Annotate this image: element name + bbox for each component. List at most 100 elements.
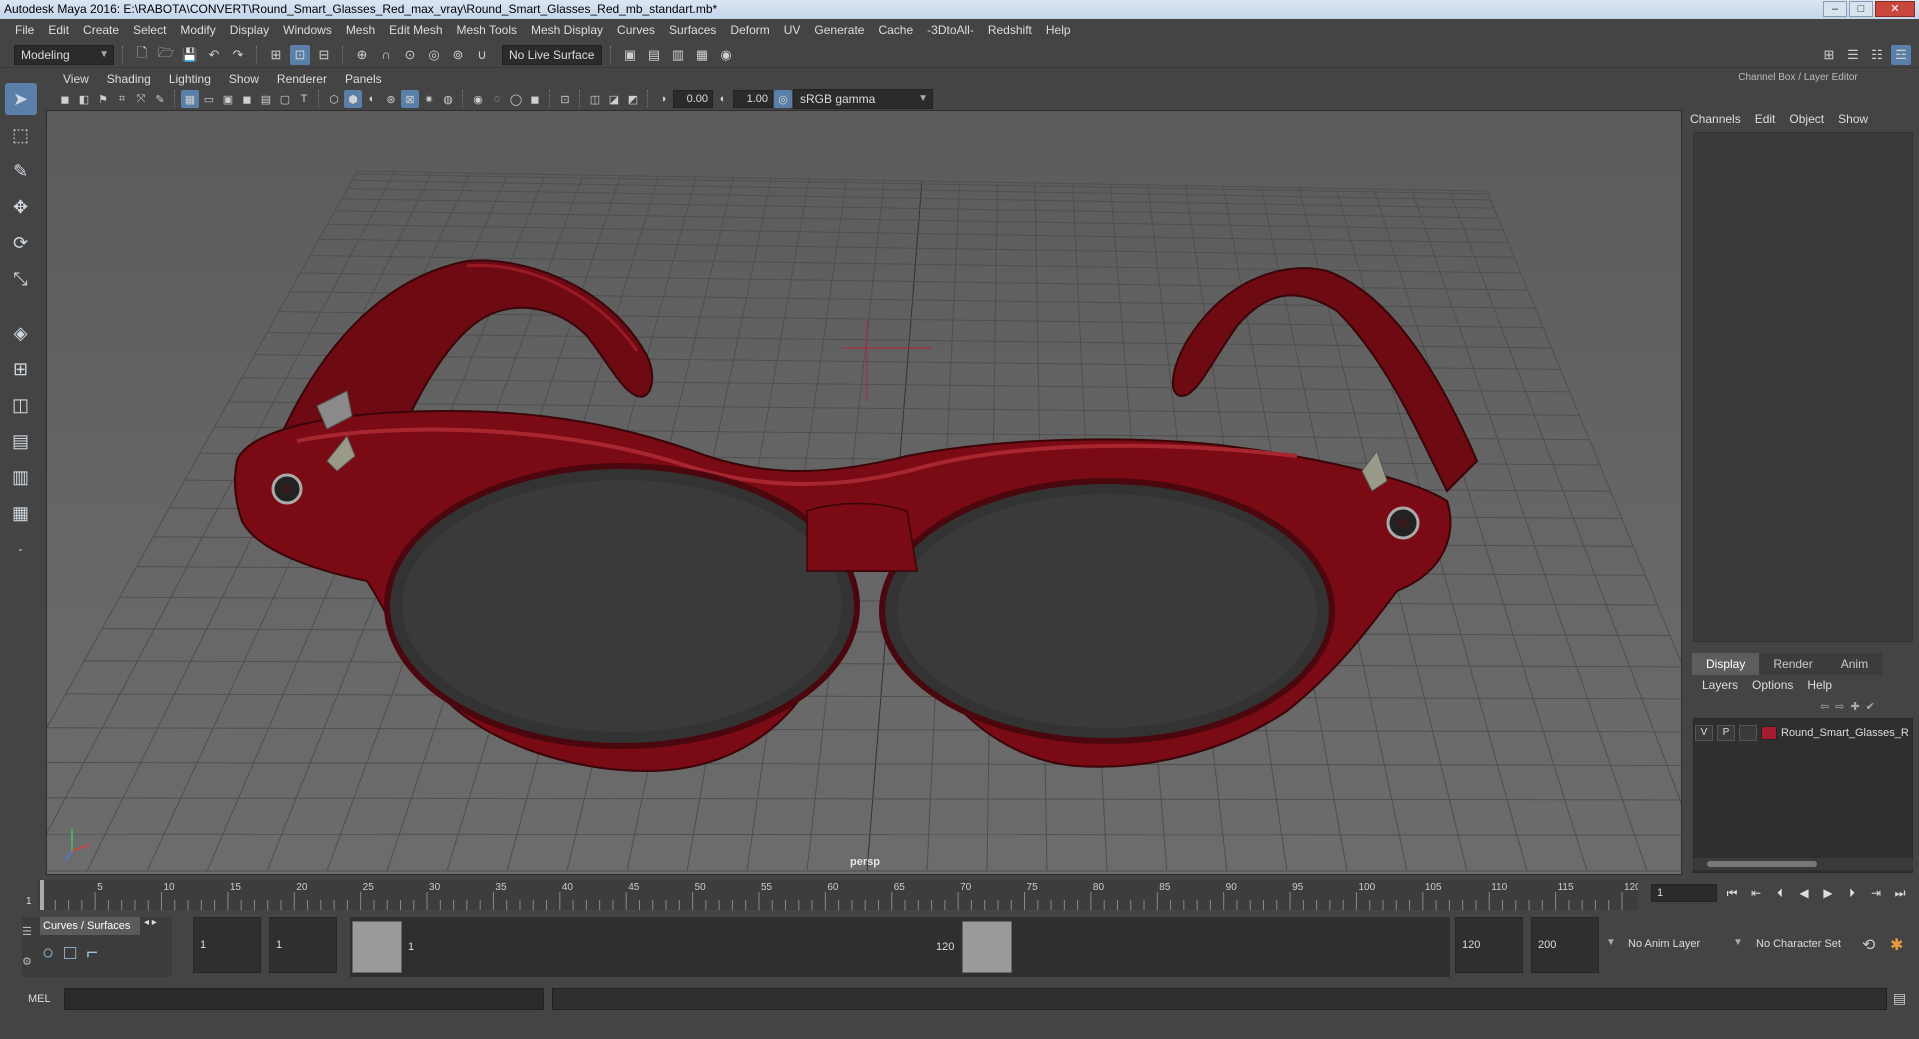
field-chart-icon[interactable]: ▤	[257, 90, 275, 108]
step-forward-key-icon[interactable]: ⇥	[1867, 884, 1885, 902]
screen-space-ao-icon[interactable]: ◉	[469, 90, 487, 108]
menu-mesh-tools[interactable]: Mesh Tools	[450, 19, 524, 42]
hypershade-icon[interactable]: ◉	[716, 45, 736, 65]
anim-end-field[interactable]: 120	[1455, 917, 1523, 973]
channel-box-icon[interactable]: ☲	[1891, 45, 1911, 65]
layer-list-scrollbar[interactable]	[1693, 858, 1913, 870]
wireframe-on-shaded-icon[interactable]: ⊛	[382, 90, 400, 108]
range-slider[interactable]: 1 120	[350, 917, 1450, 977]
layer-menu-help[interactable]: Help	[1807, 678, 1832, 692]
menu-cache[interactable]: Cache	[871, 19, 920, 42]
four-view-layout-icon[interactable]: ⊞	[5, 353, 37, 385]
current-time-marker[interactable]	[40, 880, 44, 910]
panel-menu-panels[interactable]: Panels	[336, 72, 391, 86]
layer-menu-options[interactable]: Options	[1752, 678, 1793, 692]
ipr-render-icon[interactable]: ▥	[668, 45, 688, 65]
panel-menu-shading[interactable]: Shading	[98, 72, 160, 86]
tab-anim[interactable]: Anim	[1826, 653, 1883, 675]
tool-settings-icon[interactable]: ☷	[1867, 45, 1887, 65]
render-settings-icon[interactable]: ▦	[692, 45, 712, 65]
safe-action-icon[interactable]: ▢	[276, 90, 294, 108]
channel-box-menu-channels[interactable]: Channels	[1690, 112, 1741, 126]
tab-render[interactable]: Render	[1759, 653, 1827, 675]
attribute-editor-icon[interactable]: ☰	[1843, 45, 1863, 65]
panel-menu-show[interactable]: Show	[220, 72, 268, 86]
menu-surfaces[interactable]: Surfaces	[662, 19, 723, 42]
new-scene-icon[interactable]: 🗋	[132, 45, 152, 65]
xray-icon[interactable]: ◫	[586, 90, 604, 108]
new-layer-selected-icon[interactable]: ✔	[1866, 700, 1875, 713]
menu-file[interactable]: File	[8, 19, 41, 42]
resolution-gate-icon[interactable]: ▣	[219, 90, 237, 108]
image-plane-icon[interactable]: ⌗	[113, 90, 131, 108]
move-layer-up-icon[interactable]: ⇦	[1820, 700, 1829, 713]
circle-curve-icon[interactable]: ○	[42, 942, 54, 965]
script-editor-icon[interactable]: ▤	[1893, 990, 1906, 1007]
scrollbar-thumb[interactable]	[1707, 861, 1817, 867]
gamma-field[interactable]: 1.00	[733, 90, 773, 108]
two-pane-layout-icon[interactable]: ◫	[5, 389, 37, 421]
menu-set-selector[interactable]: Modeling ▼	[14, 44, 114, 65]
snap-grid-icon[interactable]: ⊕	[352, 45, 372, 65]
camera-lock-icon[interactable]: ◧	[75, 90, 93, 108]
range-end-handle[interactable]	[962, 921, 1012, 973]
camera-select-icon[interactable]: ◼	[56, 90, 74, 108]
new-layer-icon[interactable]: ✚	[1850, 700, 1859, 713]
close-button[interactable]: ✕	[1875, 1, 1915, 17]
menu-modify[interactable]: Modify	[173, 19, 222, 42]
redo-icon[interactable]: ↷	[228, 45, 248, 65]
menu-generate[interactable]: Generate	[807, 19, 871, 42]
play-forward-icon[interactable]: ▶	[1819, 884, 1837, 902]
save-scene-icon[interactable]: 💾	[180, 45, 200, 65]
layer-visibility-toggle[interactable]: V	[1695, 725, 1713, 741]
anim-start-field[interactable]: 1	[269, 917, 337, 973]
chevron-down-icon[interactable]: ▼	[1606, 937, 1616, 948]
anim-layer-selector[interactable]: No Anim Layer	[1622, 917, 1724, 973]
hypershade-layout-icon[interactable]: ▦	[5, 497, 37, 529]
film-gate-icon[interactable]: ▭	[200, 90, 218, 108]
motion-blur-icon[interactable]: ◌	[488, 90, 506, 108]
snap-live-icon[interactable]: ⊚	[448, 45, 468, 65]
move-tool-icon[interactable]: ✥	[5, 191, 37, 223]
textured-icon[interactable]: ⊠	[401, 90, 419, 108]
snap-view-plane-icon[interactable]: ◎	[424, 45, 444, 65]
menu-windows[interactable]: Windows	[276, 19, 339, 42]
move-layer-down-icon[interactable]: ⇨	[1835, 700, 1844, 713]
select-tool-icon[interactable]: ➤	[4, 83, 37, 115]
time-slider[interactable]: 5 10 15 20 25 30 35 40 45 50 55 60 65 70 75 80 85 90 95 100…	[26, 880, 1638, 910]
scale-tool-icon[interactable]: ⤡	[5, 263, 37, 295]
gamma-icon[interactable]: ◐	[714, 90, 732, 108]
mel-command-input[interactable]	[64, 988, 544, 1010]
tab-display[interactable]: Display	[1692, 653, 1760, 675]
wireframe-icon[interactable]: ⬡	[325, 90, 343, 108]
channel-box-menu-show[interactable]: Show	[1838, 112, 1868, 126]
undo-icon[interactable]: ↶	[204, 45, 224, 65]
render-frame-icon[interactable]: ▤	[644, 45, 664, 65]
character-set-selector[interactable]: No Character Set	[1750, 917, 1870, 973]
smooth-shade-icon[interactable]: ⬢	[344, 90, 362, 108]
go-to-start-icon[interactable]: ⏮	[1723, 884, 1741, 902]
rotate-tool-icon[interactable]: ⟳	[5, 227, 37, 259]
anti-aliasing-icon[interactable]: ◯	[507, 90, 525, 108]
default-material-icon[interactable]: ◐	[363, 90, 381, 108]
outliner-layout-icon[interactable]: ▤	[5, 425, 37, 457]
gate-mask-icon[interactable]: ◼	[238, 90, 256, 108]
shelf-tab-arrows[interactable]: ◂ ▸	[144, 917, 157, 928]
shelf-menu-icon[interactable]: ☰	[22, 925, 32, 938]
perspective-viewport[interactable]: persp	[46, 110, 1682, 875]
modeling-toolkit-icon[interactable]: ⊞	[1819, 45, 1839, 65]
snap-curve-icon[interactable]: ∩	[376, 45, 396, 65]
step-forward-frame-icon[interactable]: ⏵	[1843, 884, 1861, 902]
scene-end-field[interactable]: 200	[1531, 917, 1599, 973]
play-backward-icon[interactable]: ◀	[1795, 884, 1813, 902]
layer-row[interactable]: V P Round_Smart_Glasses_R	[1695, 724, 1911, 742]
chevron-down-icon[interactable]: ▼	[1733, 937, 1743, 948]
magnet-icon[interactable]: ∪	[472, 45, 492, 65]
panel-menu-view[interactable]: View	[54, 72, 98, 86]
layer-display-type-toggle[interactable]	[1739, 725, 1757, 741]
use-all-lights-icon[interactable]: ✷	[420, 90, 438, 108]
menu-curves[interactable]: Curves	[610, 19, 662, 42]
menu-mesh-display[interactable]: Mesh Display	[524, 19, 610, 42]
menu-display[interactable]: Display	[223, 19, 276, 42]
shadows-icon[interactable]: ◍	[439, 90, 457, 108]
